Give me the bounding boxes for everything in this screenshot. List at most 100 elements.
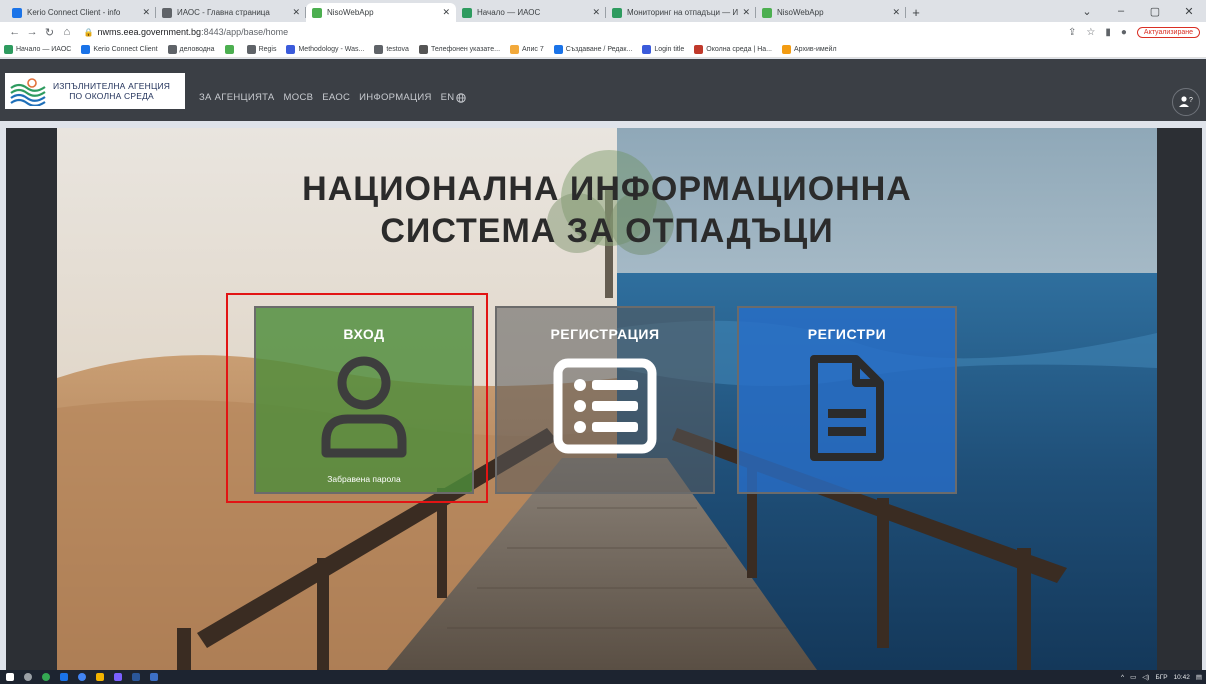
nav-mosv[interactable]: МОСВ xyxy=(284,92,314,103)
browser-tab[interactable]: NisoWebApp ✕ xyxy=(756,3,906,22)
registers-card[interactable]: РЕГИСТРИ xyxy=(737,306,957,494)
tab-close-icon[interactable]: ✕ xyxy=(742,7,750,18)
bookmark-item[interactable]: Архив-имейл xyxy=(782,45,837,54)
agency-logo[interactable]: ИЗПЪЛНИТЕЛНА АГЕНЦИЯ ПО ОКОЛНА СРЕДА xyxy=(5,73,185,109)
user-help-button[interactable]: ? xyxy=(1172,88,1200,116)
bookmark-item[interactable] xyxy=(224,45,237,54)
bookmark-item[interactable]: Околна среда | На... xyxy=(694,45,772,54)
explorer-icon[interactable] xyxy=(96,673,104,681)
browser-tab[interactable]: Kerio Connect Client - info ✕ xyxy=(6,3,156,22)
nav-eaos[interactable]: ЕАОС xyxy=(322,92,350,103)
tab-favicon-icon xyxy=(12,7,22,18)
lock-icon[interactable]: 🔒 xyxy=(84,28,94,37)
app-icon[interactable] xyxy=(150,673,158,681)
tab-close-icon[interactable]: ✕ xyxy=(442,7,450,18)
bookmark-favicon-icon xyxy=(4,45,13,54)
bookmark-favicon-icon xyxy=(246,45,256,54)
browser-icon[interactable] xyxy=(78,673,86,681)
chrome-icon[interactable] xyxy=(42,673,50,681)
tray-language[interactable]: БГР xyxy=(1155,674,1167,681)
windows-taskbar: ^ ▭ ◁) БГР 10:42 ▤ xyxy=(0,670,1206,684)
browser-toolbar: ← → ↻ ⌂ 🔒 nwms.eea.government.bg :8443/a… xyxy=(0,22,1206,42)
bookmark-favicon-icon xyxy=(167,45,177,54)
browser-tab[interactable]: Мониторинг на отпадъци — И ✕ xyxy=(606,3,756,22)
bookmark-item[interactable]: Създаване / Редак... xyxy=(553,45,633,54)
page-title-line1: НАЦИОНАЛНА ИНФОРМАЦИОННА xyxy=(302,170,912,208)
tab-close-icon[interactable]: ✕ xyxy=(592,7,600,18)
new-tab-button[interactable]: + xyxy=(906,3,926,22)
tab-close-icon[interactable]: ✕ xyxy=(292,7,300,18)
language-label: EN xyxy=(440,92,455,103)
system-tray: ^ ▭ ◁) БГР 10:42 ▤ xyxy=(1121,670,1202,684)
agency-name-line2: ПО ОКОЛНА СРЕДА xyxy=(69,91,154,101)
window-controls: ⌄ – ▢ ✕ xyxy=(1070,0,1206,22)
bookmark-item[interactable]: Апис 7 xyxy=(510,45,544,54)
edge-icon[interactable] xyxy=(60,673,68,681)
registers-label: РЕГИСТРИ xyxy=(807,326,887,342)
address-bar[interactable]: 🔒 nwms.eea.government.bg :8443/app/base/… xyxy=(83,24,1068,40)
tab-search-icon[interactable]: ⌄ xyxy=(1070,5,1104,18)
hero-section: НАЦИОНАЛНА ИНФОРМАЦИОННА СИСТЕМА ЗА ОТПА… xyxy=(6,128,1202,670)
nav-information[interactable]: ИНФОРМАЦИЯ xyxy=(359,92,432,103)
tab-favicon-icon xyxy=(462,7,472,18)
network-icon[interactable]: ▭ xyxy=(1130,673,1136,681)
bookmark-label: Methodology - Was... xyxy=(298,46,365,53)
bookmark-star-icon[interactable]: ☆ xyxy=(1086,27,1095,38)
agency-name-line1: ИЗПЪЛНИТЕЛНА АГЕНЦИЯ xyxy=(53,81,171,91)
bookmark-item[interactable]: testova xyxy=(374,45,409,54)
volume-icon[interactable]: ◁) xyxy=(1142,673,1149,681)
bookmark-item[interactable]: Methodology - Was... xyxy=(286,45,364,54)
hero-background: НАЦИОНАЛНА ИНФОРМАЦИОННА СИСТЕМА ЗА ОТПА… xyxy=(57,128,1157,670)
tab-favicon-icon xyxy=(612,7,622,18)
sidebar-icon[interactable]: ▮ xyxy=(1105,27,1111,38)
back-arrow-icon[interactable]: ← xyxy=(6,26,23,38)
notifications-icon[interactable]: ▤ xyxy=(1196,673,1202,681)
bookmark-label: Създаване / Редак... xyxy=(565,46,633,53)
bookmark-favicon-icon xyxy=(81,45,91,54)
bookmark-item[interactable]: Телефонен указате... xyxy=(418,45,500,54)
bookmark-item[interactable]: деловодна xyxy=(167,45,215,54)
browser-tab[interactable]: Начало — ИАОС ✕ xyxy=(456,3,606,22)
minimize-button[interactable]: – xyxy=(1104,5,1138,17)
bookmark-label: Околна среда | На... xyxy=(706,46,772,53)
login-label: ВХОД xyxy=(343,326,385,342)
word-icon[interactable] xyxy=(132,673,140,681)
nav-about-agency[interactable]: ЗА АГЕНЦИЯТА xyxy=(199,92,275,103)
tab-close-icon[interactable]: ✕ xyxy=(892,7,900,18)
main-navigation: ЗА АГЕНЦИЯТА МОСВ ЕАОС ИНФОРМАЦИЯ EN xyxy=(199,92,467,103)
close-window-button[interactable]: ✕ xyxy=(1172,5,1206,18)
agency-logo-icon xyxy=(10,78,46,106)
bookmark-item[interactable]: Login title xyxy=(642,45,684,54)
registration-card[interactable]: РЕГИСТРАЦИЯ xyxy=(495,306,715,494)
search-icon[interactable] xyxy=(24,673,32,681)
browser-tab[interactable]: ИАОС - Главна страница ✕ xyxy=(156,3,306,22)
bookmark-item[interactable]: Kerio Connect Client xyxy=(81,45,158,54)
globe-icon xyxy=(456,92,467,103)
bookmark-item[interactable]: Regis xyxy=(246,45,276,54)
maximize-button[interactable]: ▢ xyxy=(1138,5,1172,18)
tab-title: Kerio Connect Client - info xyxy=(27,8,121,17)
tray-chevron-icon[interactable]: ^ xyxy=(1121,674,1124,681)
forgot-password-link[interactable]: Забравена парола xyxy=(256,474,472,484)
tab-close-icon[interactable]: ✕ xyxy=(142,7,150,18)
forward-arrow-icon[interactable]: → xyxy=(23,26,40,38)
bookmark-favicon-icon xyxy=(374,45,384,54)
bookmark-favicon-icon xyxy=(224,45,234,54)
login-card[interactable]: ВХОД Забравена парола xyxy=(254,306,474,494)
reload-icon[interactable]: ↻ xyxy=(41,26,58,39)
bookmark-item[interactable]: Начало — ИАОС xyxy=(4,45,71,54)
language-switch[interactable]: EN xyxy=(441,92,467,103)
update-button[interactable]: Актуализиране xyxy=(1136,26,1200,38)
start-icon[interactable] xyxy=(6,673,14,681)
profile-icon[interactable]: ● xyxy=(1121,27,1127,38)
browser-tab[interactable]: NisoWebApp ✕ xyxy=(306,3,456,22)
tab-title: Начало — ИАОС xyxy=(477,8,541,17)
bookmark-favicon-icon xyxy=(553,45,563,54)
viber-icon[interactable] xyxy=(114,673,122,681)
tray-clock[interactable]: 10:42 xyxy=(1174,674,1190,681)
home-icon[interactable]: ⌂ xyxy=(58,26,75,38)
share-icon[interactable]: ⇪ xyxy=(1068,27,1076,38)
url-host: nwms.eea.government.bg xyxy=(97,27,202,37)
user-icon xyxy=(321,356,407,458)
tab-separator xyxy=(905,7,906,18)
